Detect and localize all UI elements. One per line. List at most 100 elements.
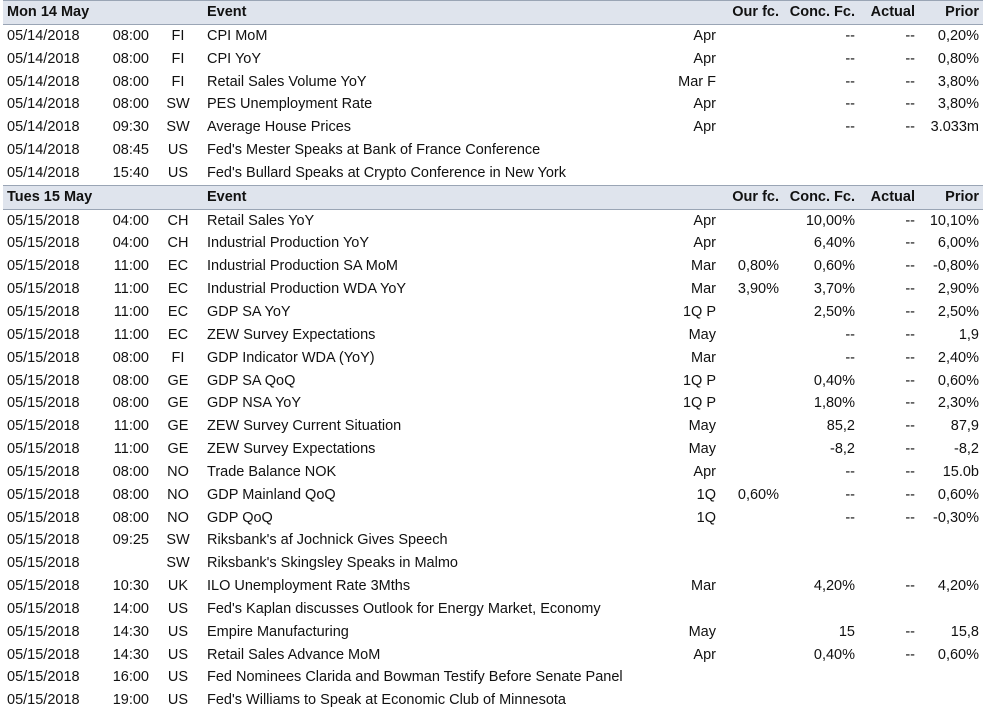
event-row: 05/15/2018 14:30 US Retail Sales Advance Mo… xyxy=(3,644,983,667)
cell-country: US xyxy=(167,600,189,617)
cell-time: 14:30 xyxy=(112,646,149,663)
cell-prior: 0,60% xyxy=(937,372,979,389)
cell-actual: -- xyxy=(905,119,915,136)
cell-actual xyxy=(859,139,919,162)
cell-actual: -- xyxy=(905,623,915,640)
cell-date: 05/15/2018 xyxy=(7,600,80,617)
cell-date: 05/14/2018 xyxy=(7,164,80,181)
cell-country: CH xyxy=(167,235,189,252)
cell-date: 05/15/2018 xyxy=(7,235,80,252)
event-row: 05/15/2018 08:00 GE GDP NSA YoY 1Q P 1,80% -- 2… xyxy=(3,392,983,415)
cell-prior xyxy=(919,162,983,185)
cell-country: SW xyxy=(166,555,190,572)
col-header-prior: Prior xyxy=(919,0,983,25)
cell-actual: -- xyxy=(905,73,915,90)
cell-period: Apr xyxy=(693,50,716,67)
section-title: Mon 14 May xyxy=(3,0,203,25)
cell-date: 05/15/2018 xyxy=(7,509,80,526)
cell-consensus: -- xyxy=(845,73,855,90)
cell-date: 05/14/2018 xyxy=(7,73,80,90)
cell-period: May xyxy=(688,326,716,343)
event-row: 05/15/2018 04:00 CH Retail Sales YoY Apr 10,0… xyxy=(3,209,983,232)
cell-consensus xyxy=(783,666,859,689)
cell-event: Retail Sales YoY xyxy=(207,212,315,229)
cell-time: 19:00 xyxy=(112,692,149,709)
cell-consensus: 2,50% xyxy=(813,303,855,320)
cell-prior xyxy=(919,552,983,575)
cell-event: GDP QoQ xyxy=(207,509,273,526)
cell-our-forecast xyxy=(720,347,783,370)
cell-actual: -- xyxy=(905,578,915,595)
cell-our-forecast xyxy=(720,689,783,712)
cell-consensus: 1,80% xyxy=(813,395,855,412)
cell-consensus: 6,40% xyxy=(813,235,855,252)
cell-actual: -- xyxy=(905,258,915,275)
cell-period xyxy=(671,162,720,185)
cell-period: Mar xyxy=(691,281,716,298)
cell-country: US xyxy=(167,669,189,686)
cell-date: 05/15/2018 xyxy=(7,578,80,595)
cell-date: 05/14/2018 xyxy=(7,119,80,136)
event-row: 05/14/2018 08:45 US Fed's Mester Speaks at … xyxy=(3,139,983,162)
cell-consensus: 10,00% xyxy=(805,212,855,229)
cell-period xyxy=(671,139,720,162)
event-row: 05/15/2018 11:00 EC ZEW Survey Expectations… xyxy=(3,324,983,347)
col-header-conc-fc: Conc. Fc. xyxy=(783,0,859,25)
cell-event: ZEW Survey Current Situation xyxy=(207,418,402,435)
cell-country: US xyxy=(167,692,189,709)
cell-consensus: -- xyxy=(845,326,855,343)
cell-country: UK xyxy=(167,578,189,595)
cell-date: 05/15/2018 xyxy=(7,349,80,366)
cell-time: 16:00 xyxy=(112,669,149,686)
cell-event: GDP Indicator WDA (YoY) xyxy=(207,349,375,366)
cell-actual: -- xyxy=(905,509,915,526)
cell-date: 05/15/2018 xyxy=(7,303,80,320)
cell-consensus: 0,40% xyxy=(813,646,855,663)
cell-consensus xyxy=(783,529,859,552)
cell-time: 08:00 xyxy=(112,463,149,480)
cell-date: 05/14/2018 xyxy=(7,27,80,44)
event-row: 05/15/2018 11:00 EC Industrial Production S… xyxy=(3,255,983,278)
cell-prior: 10,10% xyxy=(929,212,979,229)
cell-time: 08:00 xyxy=(112,96,149,113)
cell-actual xyxy=(859,529,919,552)
cell-our-forecast xyxy=(720,621,783,644)
cell-actual xyxy=(859,689,919,712)
cell-actual: -- xyxy=(905,418,915,435)
section-header-row: Tues 15 May Event Our fc. Conc. Fc. Actual Pr… xyxy=(3,184,983,210)
cell-time: 15:40 xyxy=(112,164,149,181)
cell-prior: 2,30% xyxy=(937,395,979,412)
cell-event: Fed's Kaplan discusses Outlook for Energ… xyxy=(207,600,601,617)
cell-actual: -- xyxy=(905,395,915,412)
cell-time: 08:00 xyxy=(112,50,149,67)
cell-time: 08:00 xyxy=(112,395,149,412)
cell-country: GE xyxy=(167,395,189,412)
cell-prior: -0,30% xyxy=(933,509,979,526)
cell-period: Apr xyxy=(693,646,716,663)
cell-our-forecast xyxy=(720,301,783,324)
cell-prior xyxy=(919,529,983,552)
cell-our-forecast xyxy=(720,209,783,232)
cell-time: 11:00 xyxy=(113,303,149,320)
cell-period: Mar xyxy=(691,258,716,275)
event-row: 05/15/2018 10:30 UK ILO Unemployment Rate 3… xyxy=(3,575,983,598)
cell-prior: 3,80% xyxy=(937,73,979,90)
cell-prior: -8,2 xyxy=(954,441,979,458)
cell-country: NO xyxy=(167,509,189,526)
cell-event: Industrial Production WDA YoY xyxy=(207,281,407,298)
cell-date: 05/15/2018 xyxy=(7,372,80,389)
cell-prior: 6,00% xyxy=(937,235,979,252)
cell-event: CPI YoY xyxy=(207,50,262,67)
cell-our-forecast xyxy=(720,324,783,347)
cell-period: 1Q P xyxy=(682,372,716,389)
cell-prior: 2,90% xyxy=(937,281,979,298)
cell-time: 11:00 xyxy=(113,281,149,298)
cell-prior: 2,50% xyxy=(937,303,979,320)
event-row: 05/15/2018 11:00 EC Industrial Production W… xyxy=(3,278,983,301)
cell-period: 1Q P xyxy=(682,395,716,412)
cell-event: Industrial Production YoY xyxy=(207,235,370,252)
cell-country: FI xyxy=(171,27,185,44)
cell-period: Apr xyxy=(693,212,716,229)
cell-our-forecast xyxy=(720,71,783,94)
cell-prior: 3,80% xyxy=(937,96,979,113)
